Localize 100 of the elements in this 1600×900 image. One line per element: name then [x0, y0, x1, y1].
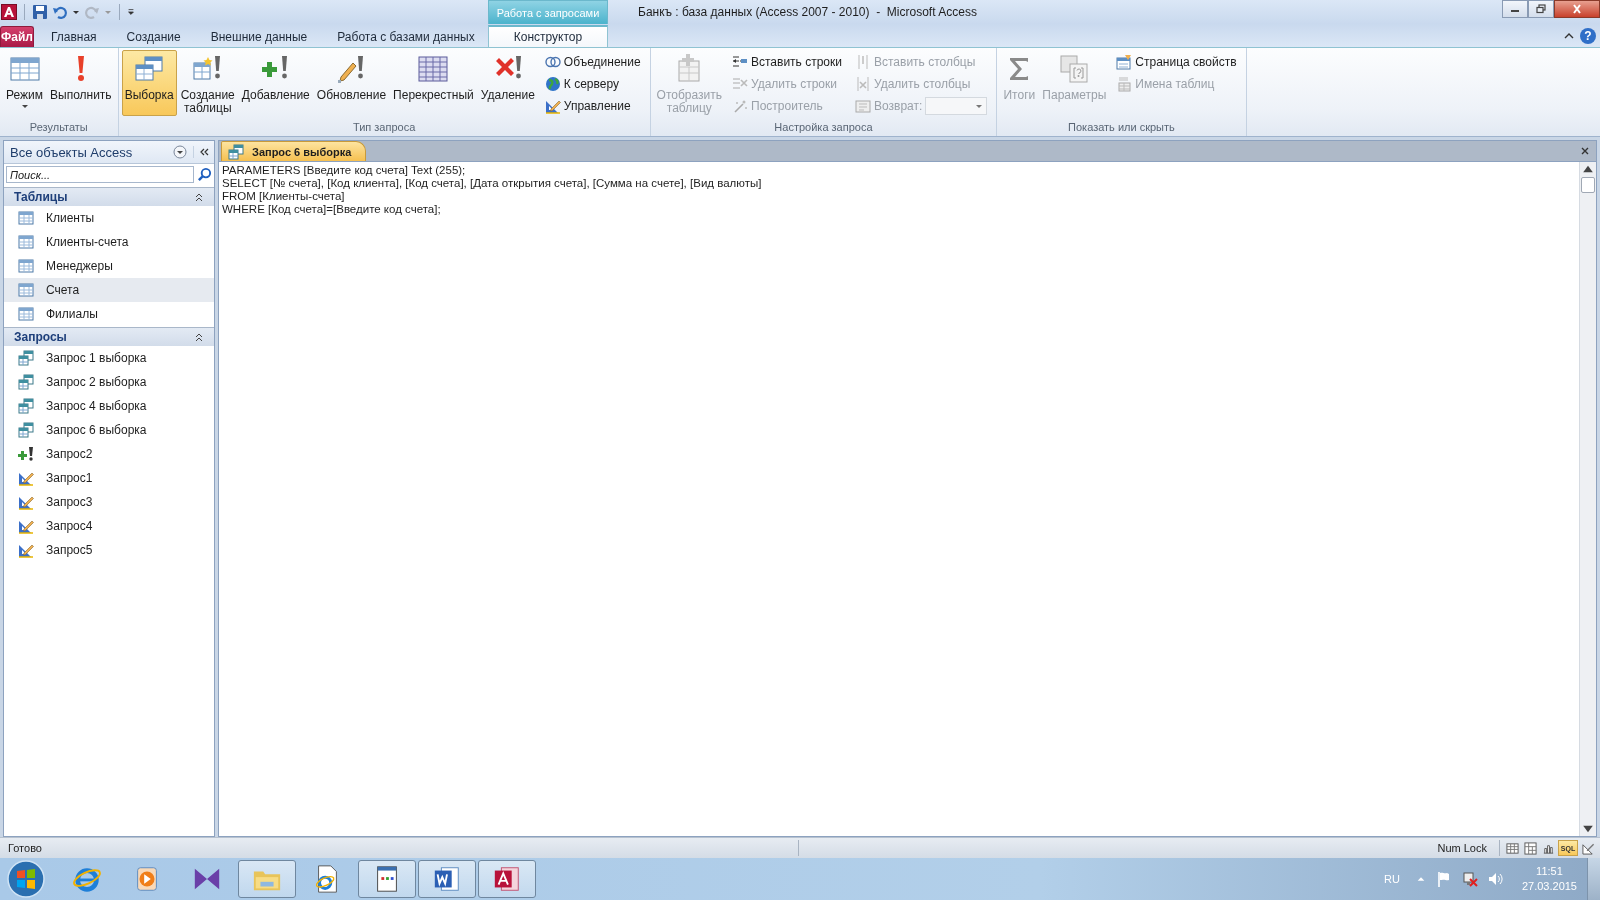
query-icon: [18, 398, 34, 414]
ribbon-tab[interactable]: Создание: [111, 26, 196, 47]
ribbon-button[interactable]: Управление: [542, 96, 643, 116]
collapse-ribbon-icon[interactable]: [1564, 31, 1574, 41]
ribbon-button[interactable]: Вставить строки: [730, 52, 844, 72]
table-icon: [18, 234, 34, 250]
query-icon: [18, 350, 34, 366]
navigation-item[interactable]: Запрос3: [4, 490, 214, 514]
group-header[interactable]: Таблицы: [4, 187, 214, 206]
group-title: Тип запроса: [351, 121, 417, 135]
insert-rows-icon: [732, 54, 748, 70]
ribbon-button[interactable]: Обновление: [313, 50, 390, 116]
taskbar-button[interactable]: [478, 860, 536, 898]
caret-icon[interactable]: [72, 8, 80, 16]
dropdown-icon[interactable]: [173, 145, 187, 159]
ribbon-tab[interactable]: Работа с базами данных: [322, 26, 490, 47]
ribbon-button[interactable]: Выполнить: [47, 50, 115, 116]
taskbar-button[interactable]: [358, 860, 416, 898]
restore-button[interactable]: [1528, 0, 1554, 18]
table-icon: [18, 210, 34, 226]
wand-icon: [732, 98, 748, 114]
table-icon: [18, 306, 34, 322]
ribbon-tab[interactable]: Конструктор: [488, 25, 608, 47]
network-icon[interactable]: [1461, 871, 1478, 887]
database-app-icon: [492, 864, 522, 894]
start-button[interactable]: [6, 859, 46, 899]
ribbon-tab[interactable]: Внешние данные: [195, 26, 323, 47]
view-button[interactable]: [1522, 840, 1538, 856]
grid-icon: [417, 53, 450, 85]
ribbon-button[interactable]: Удаление: [477, 50, 538, 116]
word-processor-icon: [432, 864, 462, 894]
ruler-pencil-icon: [544, 98, 561, 114]
sql-line: FROM [Клиенты-счета]: [222, 190, 346, 203]
collapse-pane-icon[interactable]: [193, 146, 210, 158]
ribbon-button[interactable]: Объединение: [542, 52, 643, 72]
navigation-item[interactable]: Запрос4: [4, 514, 214, 538]
navigation-item[interactable]: Менеджеры: [4, 254, 214, 278]
navigation-item[interactable]: Клиенты: [4, 206, 214, 230]
navigation-item[interactable]: Клиенты-счета: [4, 230, 214, 254]
table-icon: [18, 258, 34, 274]
navigation-item[interactable]: Филиалы: [4, 302, 214, 326]
app-icon[interactable]: [1, 4, 17, 20]
group-header[interactable]: Запросы: [4, 327, 214, 346]
sql-line: SELECT [№ счета], [Код клиента], [Код счета], [Дата открытия счета], [Сумма на счете], [Вид валюты]: [222, 177, 763, 190]
close-icon[interactable]: [1580, 146, 1590, 156]
navigation-item[interactable]: Запрос 2 выборка: [4, 370, 214, 394]
scrollbar[interactable]: [1579, 162, 1596, 836]
query-icon: [18, 422, 34, 438]
ribbon-button[interactable]: Добавление: [238, 50, 313, 116]
search-field[interactable]: Поиск...: [6, 166, 194, 183]
ribbon-button[interactable]: Создание таблицы: [177, 50, 238, 116]
navigation-item[interactable]: Запрос5: [4, 538, 214, 562]
taskbar-button[interactable]: [418, 860, 476, 898]
ribbon-button[interactable]: К серверу: [542, 74, 643, 94]
close-icon: [1571, 4, 1583, 14]
caret-icon: [975, 103, 984, 109]
ruler-pencil-icon: [18, 494, 34, 510]
status-text: Готово: [8, 842, 43, 854]
property-sheet-icon: [1116, 54, 1133, 70]
scroll-thumb[interactable]: [1581, 177, 1595, 193]
num-lock-indicator: Num Lock: [1437, 842, 1487, 854]
contextual-tab-group: Работа с запросами: [488, 0, 608, 24]
insert-columns-icon: [855, 54, 871, 70]
navigation-item[interactable]: Запрос2: [4, 442, 214, 466]
navigation-item[interactable]: Запрос 6 выборка: [4, 418, 214, 442]
plus-exclamation-icon: [18, 446, 34, 462]
query-icon: [18, 374, 34, 390]
navigation-item[interactable]: Запрос1: [4, 466, 214, 490]
ribbon-button[interactable]: Перекрестный: [390, 50, 477, 116]
help-button[interactable]: ?: [1580, 28, 1596, 44]
navigation-item[interactable]: Запрос 4 выборка: [4, 394, 214, 418]
group-title: Настройка запроса: [773, 121, 874, 135]
navigation-item[interactable]: Счета: [4, 278, 214, 302]
table-names-icon: [1116, 76, 1133, 92]
close-button[interactable]: [1554, 0, 1600, 18]
return-label: Возврат:: [874, 99, 923, 113]
search-icon[interactable]: [197, 167, 212, 182]
customize-icon[interactable]: [127, 8, 135, 16]
ribbon-button[interactable]: Режим: [3, 50, 46, 116]
taskbar-button[interactable]: [238, 860, 296, 898]
navigation-item[interactable]: Запрос 1 выборка: [4, 346, 214, 370]
speaker-icon[interactable]: [1487, 871, 1504, 887]
query-icon: [228, 143, 244, 160]
view-button[interactable]: [1580, 840, 1596, 856]
ribbon-button[interactable]: Страница свойств: [1114, 52, 1239, 72]
ruler-pencil-icon: [18, 542, 34, 558]
ruler-pencil-icon: [18, 518, 34, 534]
minimize-button[interactable]: [1502, 0, 1528, 18]
file-tab[interactable]: Файл: [0, 26, 34, 47]
ribbon-button[interactable]: Выборка: [121, 50, 177, 116]
group-title: Результаты: [28, 121, 89, 135]
undo-icon[interactable]: [52, 4, 68, 20]
sql-line: WHERE [Код счета]=[Введите код счета];: [222, 203, 442, 216]
document-tab[interactable]: Запрос 6 выборка: [221, 141, 367, 161]
save-icon[interactable]: [32, 4, 48, 20]
delete-rows-icon: [732, 76, 748, 92]
restore-icon: [1535, 4, 1547, 14]
collapse-icon: [194, 192, 204, 202]
ribbon-tab[interactable]: Главная: [35, 26, 112, 47]
view-button[interactable]: [1504, 840, 1520, 856]
